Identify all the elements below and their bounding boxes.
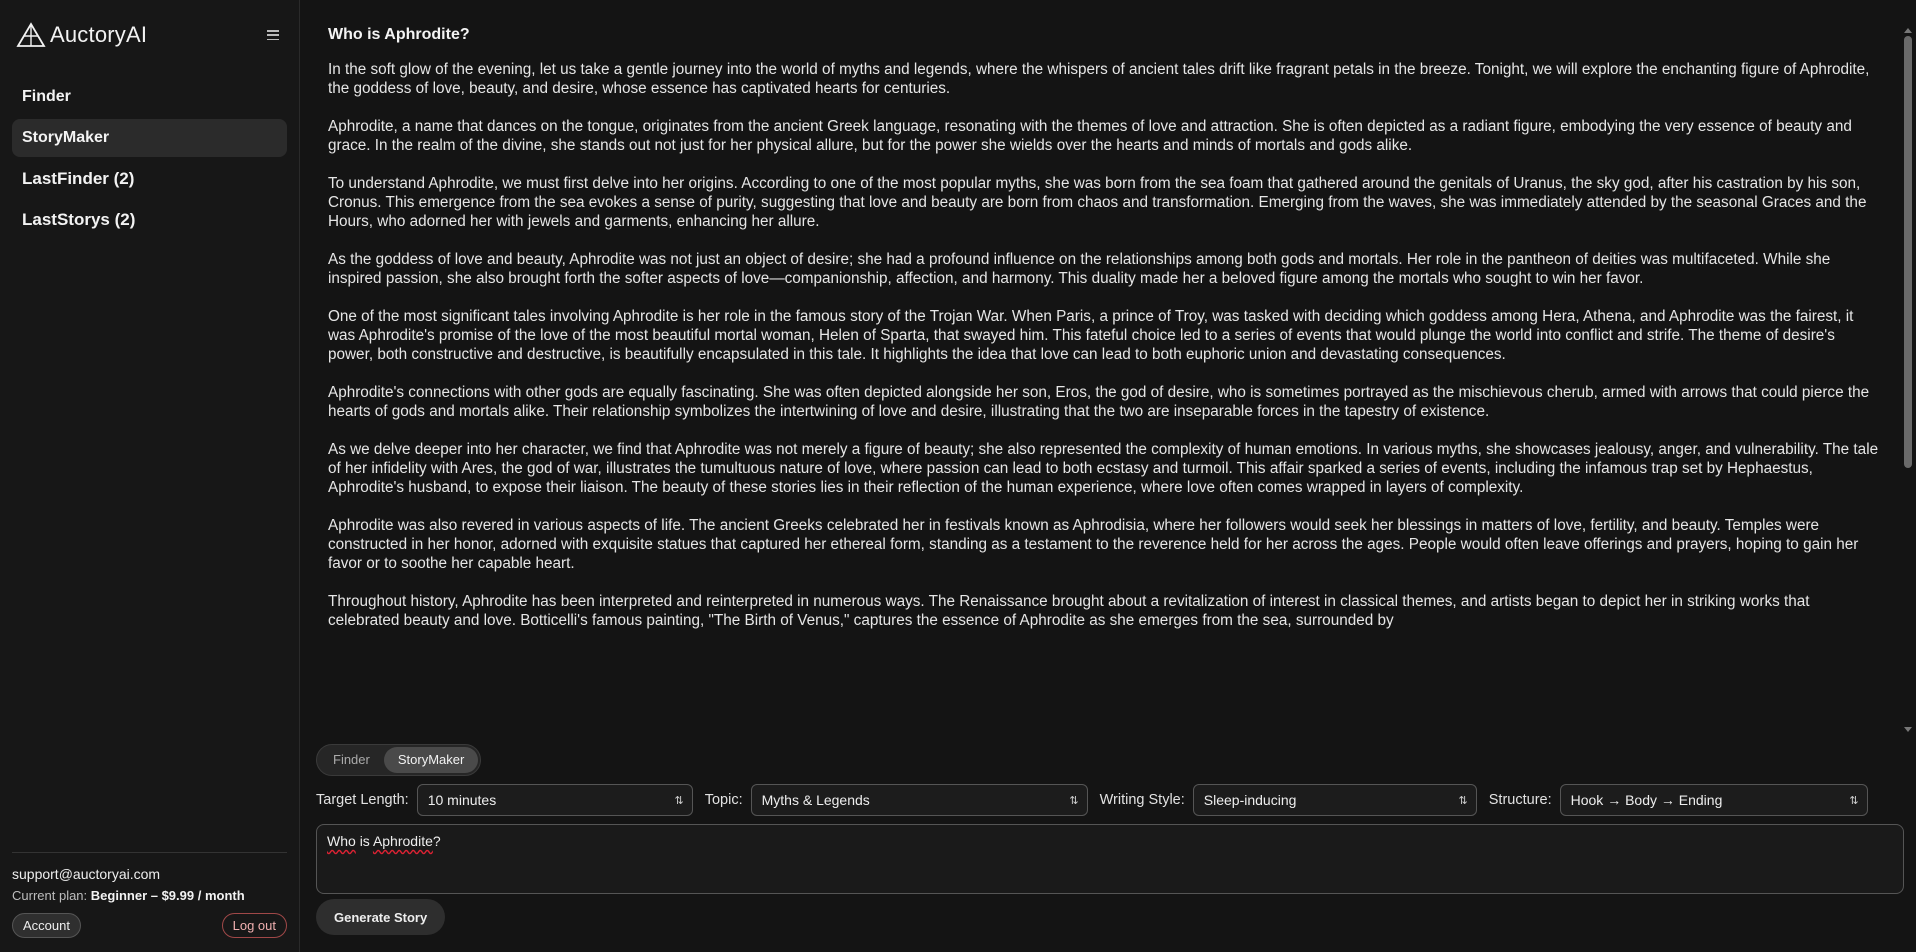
sidebar-footer: support@auctoryai.com Current plan: Begi… bbox=[12, 852, 287, 938]
chevron-updown-icon: ⇅ bbox=[674, 794, 684, 807]
mode-storymaker-button[interactable]: StoryMaker bbox=[383, 747, 479, 773]
app-root: AuctoryAI Finder StoryMaker LastFinder (… bbox=[0, 0, 1916, 952]
prompt-word: Who bbox=[327, 833, 356, 849]
prompt-word: is bbox=[359, 833, 370, 849]
story-paragraph: In the soft glow of the evening, let us … bbox=[328, 61, 1870, 97]
account-button[interactable]: Account bbox=[12, 913, 81, 938]
sidebar-item-storymaker[interactable]: StoryMaker bbox=[12, 119, 287, 157]
menu-toggle-icon[interactable] bbox=[267, 30, 279, 40]
target-length-value: 10 minutes bbox=[427, 792, 497, 808]
sidebar-item-lastfinder[interactable]: LastFinder (2) bbox=[12, 160, 287, 198]
story-paragraph: As the goddess of love and beauty, Aphro… bbox=[328, 251, 1831, 287]
prompt-punct: ? bbox=[432, 833, 441, 849]
story-paragraph: As we delve deeper into her character, w… bbox=[328, 441, 1879, 496]
writing-style-select[interactable]: Sleep-inducing ⇅ bbox=[1192, 784, 1477, 816]
topic-label: Topic: bbox=[704, 792, 743, 808]
chevron-updown-icon: ⇅ bbox=[1849, 794, 1859, 807]
scrollbar-thumb[interactable] bbox=[1904, 36, 1912, 468]
target-length-label: Target Length: bbox=[316, 792, 409, 808]
target-length-select[interactable]: 10 minutes ⇅ bbox=[416, 784, 693, 816]
logo-icon bbox=[16, 22, 46, 47]
scroll-up-arrow-icon[interactable] bbox=[1904, 28, 1912, 33]
generate-story-button[interactable]: Generate Story bbox=[316, 899, 446, 935]
chevron-updown-icon: ⇅ bbox=[1069, 794, 1079, 807]
story-paragraph: One of the most significant tales involv… bbox=[328, 308, 1854, 363]
main-panel: Who is Aphrodite? In the soft glow of th… bbox=[300, 0, 1916, 952]
logout-button[interactable]: Log out bbox=[221, 913, 287, 938]
footer-actions: Account Log out bbox=[12, 913, 287, 938]
story-title: Who is Aphrodite? bbox=[328, 26, 470, 43]
prompt-word: Aphrodite bbox=[372, 833, 433, 849]
plan-label: Current plan: bbox=[12, 888, 88, 903]
story-paragraph: Aphrodite was also revered in various as… bbox=[328, 517, 1859, 572]
plan-value: Beginner – $9.99 / month bbox=[90, 888, 245, 903]
chevron-updown-icon: ⇅ bbox=[1458, 794, 1468, 807]
writing-style-value: Sleep-inducing bbox=[1203, 792, 1297, 808]
mode-finder-button[interactable]: Finder bbox=[319, 747, 384, 773]
structure-label: Structure: bbox=[1488, 792, 1552, 808]
mode-toggle: Finder StoryMaker bbox=[316, 744, 482, 776]
story-controls: Target Length: 10 minutes ⇅ Topic: Myths… bbox=[316, 784, 1904, 816]
story-scrollbar[interactable] bbox=[1903, 28, 1912, 732]
story-paragraph: Throughout history, Aphrodite has been i… bbox=[328, 593, 1810, 629]
scroll-down-arrow-icon[interactable] bbox=[1904, 727, 1912, 732]
story-paragraph: Aphrodite, a name that dances on the ton… bbox=[328, 118, 1852, 154]
sidebar-nav: Finder StoryMaker LastFinder (2) LastSto… bbox=[12, 78, 287, 239]
prompt-textarea[interactable]: Who is Aphrodite? bbox=[316, 824, 1904, 894]
sidebar: AuctoryAI Finder StoryMaker LastFinder (… bbox=[0, 0, 300, 952]
brand-name: AuctoryAI bbox=[50, 22, 148, 47]
story-paragraph: Aphrodite's connections with other gods … bbox=[328, 384, 1870, 420]
current-plan: Current plan: Beginner – $9.99 / month bbox=[12, 888, 287, 903]
brand[interactable]: AuctoryAI bbox=[12, 0, 287, 70]
sidebar-item-finder[interactable]: Finder bbox=[12, 78, 287, 116]
sidebar-item-laststorys[interactable]: LastStorys (2) bbox=[12, 201, 287, 239]
story-output[interactable]: Who is Aphrodite? In the soft glow of th… bbox=[300, 0, 1916, 732]
structure-value: Hook → Body → Ending bbox=[1570, 792, 1723, 808]
user-email: support@auctoryai.com bbox=[12, 866, 161, 882]
topic-select[interactable]: Myths & Legends ⇅ bbox=[750, 784, 1088, 816]
topic-value: Myths & Legends bbox=[761, 792, 870, 808]
writing-style-label: Writing Style: bbox=[1099, 792, 1185, 808]
structure-select[interactable]: Hook → Body → Ending ⇅ bbox=[1559, 784, 1868, 816]
story-paragraph: To understand Aphrodite, we must first d… bbox=[328, 175, 1867, 230]
